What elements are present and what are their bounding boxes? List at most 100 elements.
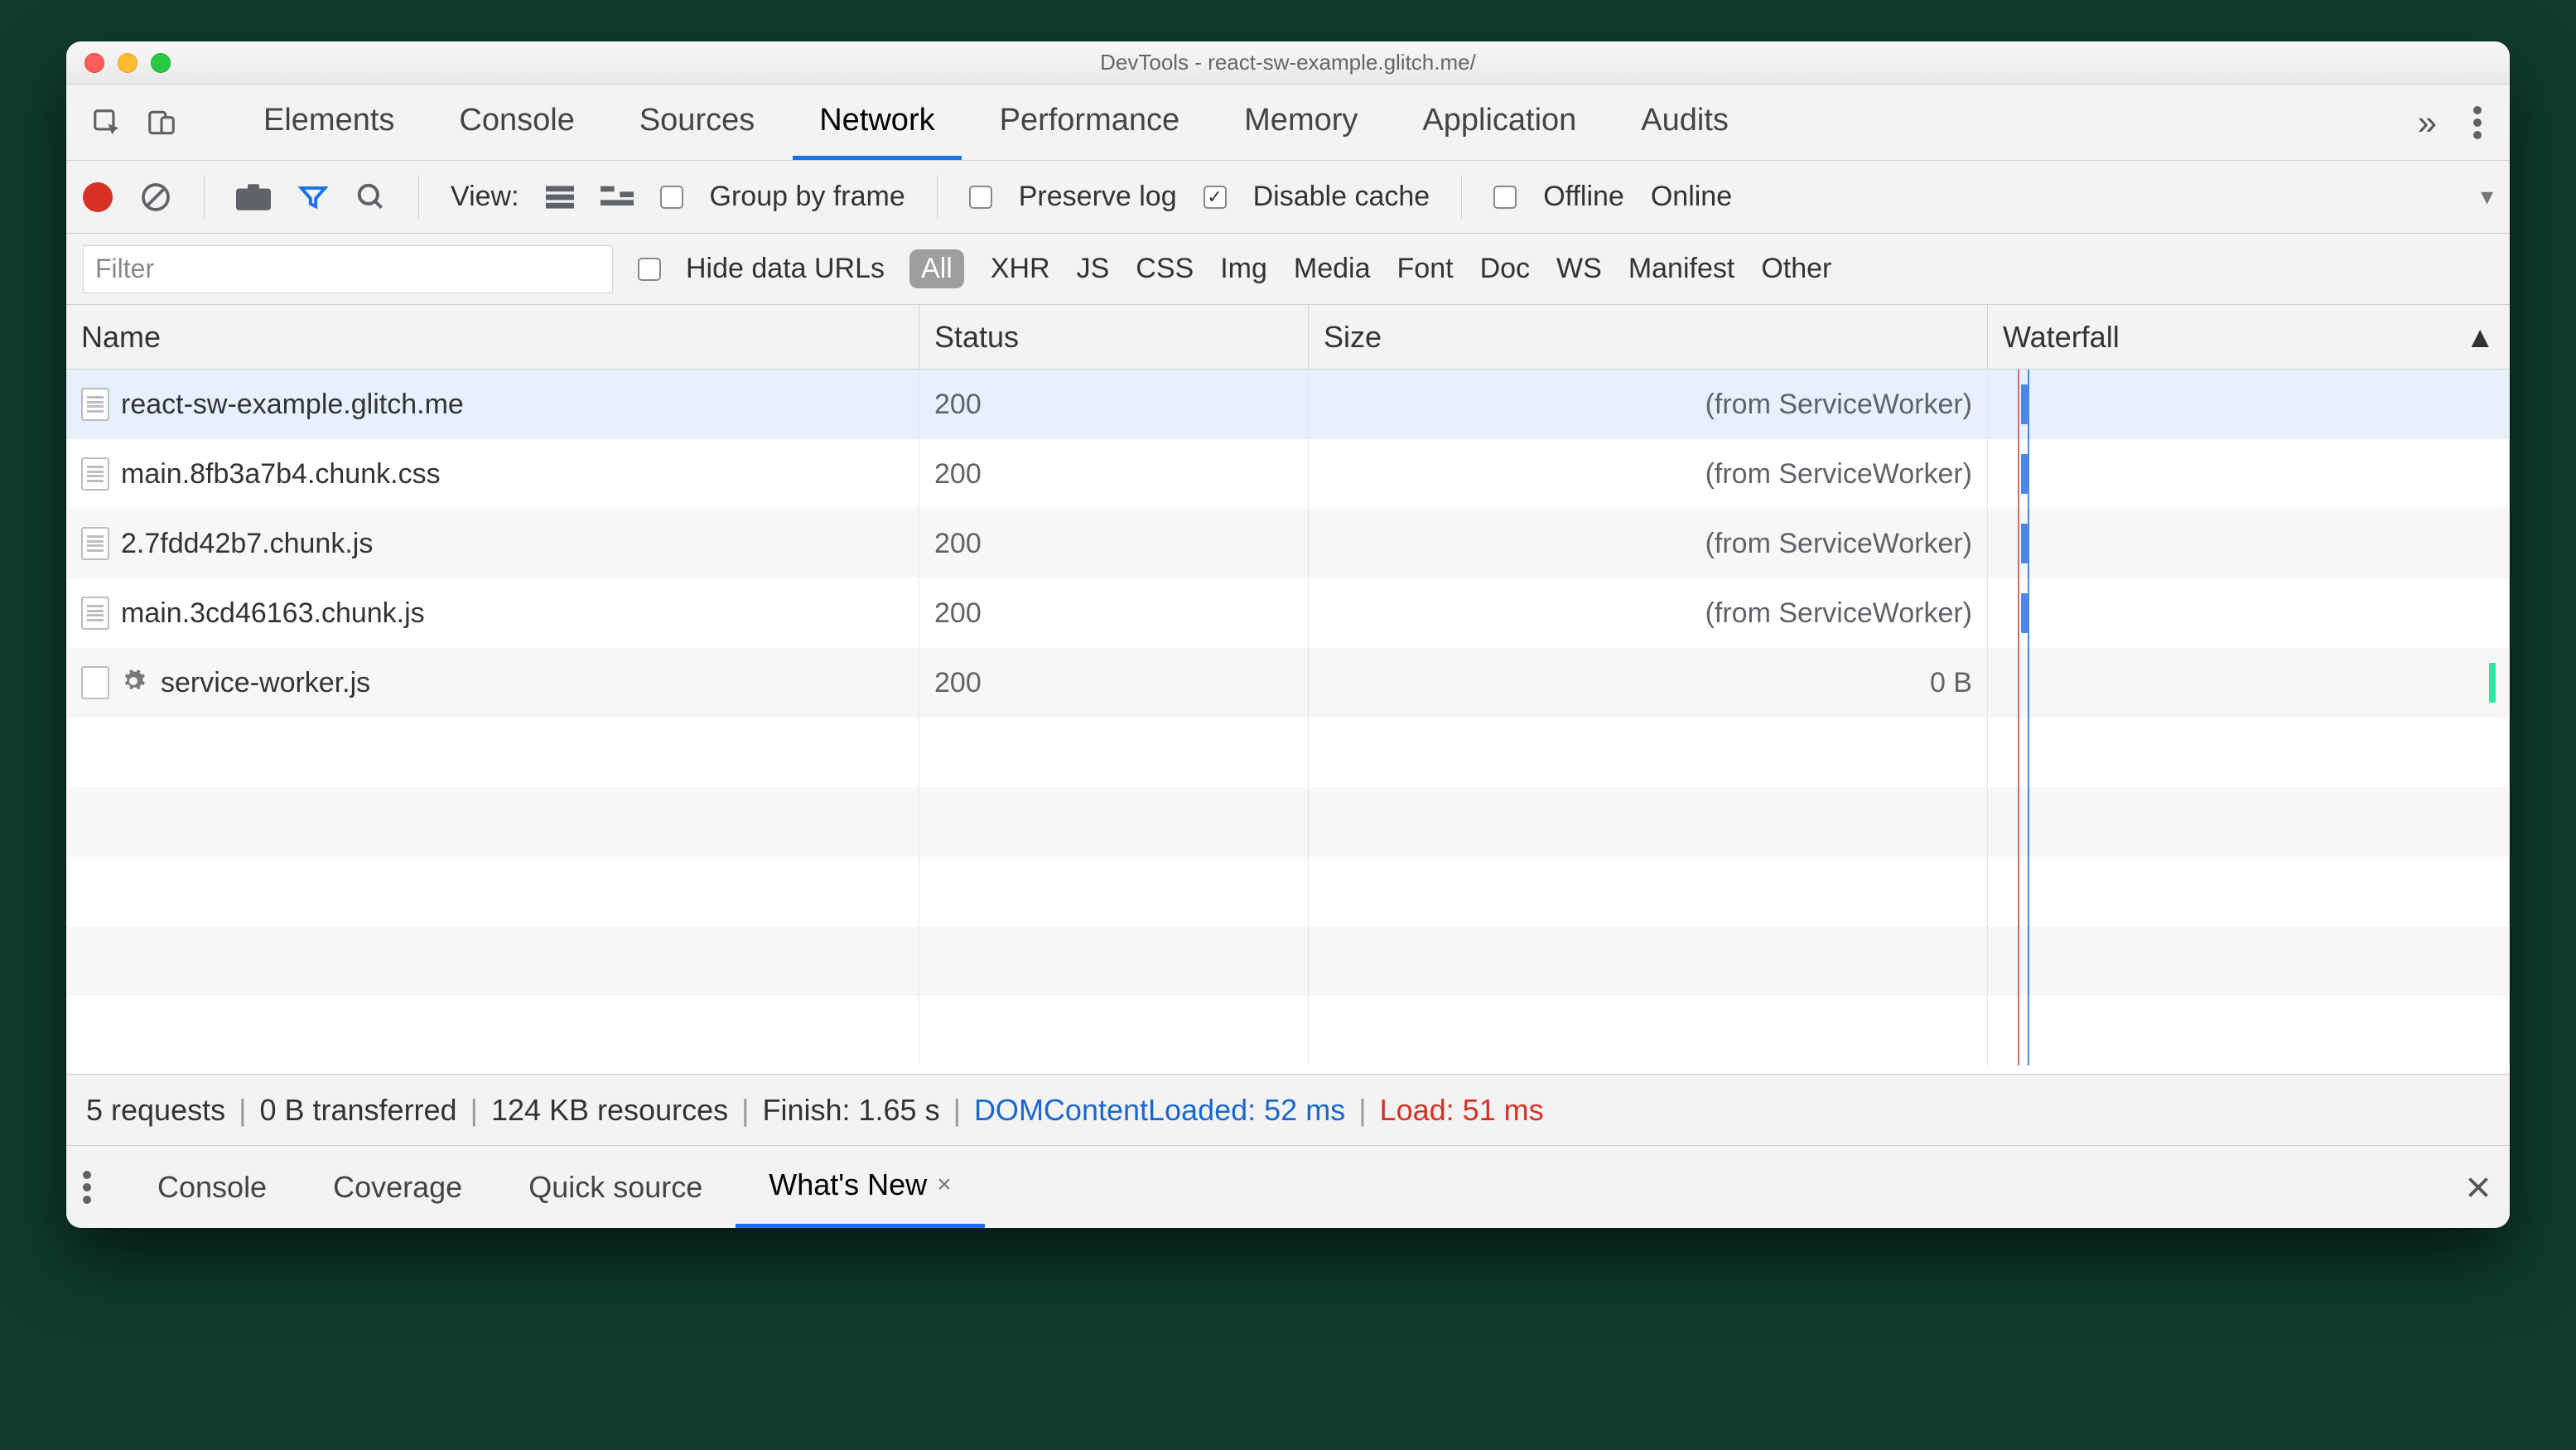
summary-domcontentloaded: DOMContentLoaded: 52 ms bbox=[974, 1093, 1345, 1128]
network-table: Name Status Size Waterfall ▲ react-sw-ex… bbox=[66, 305, 2510, 1074]
table-row[interactable]: main.3cd46163.chunk.js 200 (from ServiceWo… bbox=[66, 578, 2510, 648]
cell-status: 200 bbox=[919, 439, 1309, 509]
tab-memory[interactable]: Memory bbox=[1218, 85, 1384, 160]
cell-size: (from ServiceWorker) bbox=[1309, 370, 1988, 439]
col-size[interactable]: Size bbox=[1309, 305, 1988, 369]
request-name: service-worker.js bbox=[161, 667, 370, 699]
preserve-log-checkbox[interactable] bbox=[969, 186, 992, 209]
file-icon bbox=[81, 597, 109, 630]
size-value: (from ServiceWorker) bbox=[1705, 528, 1972, 560]
summary-transferred: 0 B transferred bbox=[259, 1093, 456, 1128]
cell-waterfall bbox=[1988, 648, 2510, 718]
tab-elements[interactable]: Elements bbox=[237, 85, 421, 160]
drawer-tab-quick-source[interactable]: Quick source bbox=[495, 1146, 736, 1228]
col-waterfall-label: Waterfall bbox=[2003, 320, 2120, 355]
drawer: ConsoleCoverageQuick sourceWhat's New× bbox=[66, 1145, 2510, 1228]
file-icon bbox=[81, 457, 109, 491]
devtools-window: DevTools - react-sw-example.glitch.me/ E… bbox=[66, 41, 2510, 1228]
clear-icon[interactable] bbox=[139, 181, 172, 214]
group-by-frame-checkbox[interactable] bbox=[660, 186, 683, 209]
col-status[interactable]: Status bbox=[919, 305, 1309, 369]
hide-data-urls-checkbox[interactable] bbox=[638, 258, 661, 281]
summary-finish: Finish: 1.65 s bbox=[762, 1093, 939, 1128]
network-summary: 5 requests| 0 B transferred| 124 KB reso… bbox=[66, 1074, 2510, 1145]
filter-type-img[interactable]: Img bbox=[1220, 253, 1267, 285]
offline-label: Offline bbox=[1543, 181, 1624, 213]
offline-checkbox[interactable] bbox=[1493, 186, 1517, 209]
col-name[interactable]: Name bbox=[66, 305, 919, 369]
status-value: 200 bbox=[934, 667, 982, 699]
summary-load: Load: 51 ms bbox=[1380, 1093, 1544, 1128]
filter-type-doc[interactable]: Doc bbox=[1480, 253, 1530, 285]
status-value: 200 bbox=[934, 597, 982, 630]
summary-requests: 5 requests bbox=[86, 1093, 225, 1128]
cell-size: (from ServiceWorker) bbox=[1309, 509, 1988, 578]
filter-bar: Hide data URLs AllXHRJSCSSImgMediaFontDo… bbox=[66, 234, 2510, 305]
table-row-empty bbox=[66, 996, 2510, 1066]
status-value: 200 bbox=[934, 458, 982, 491]
cell-name: main.3cd46163.chunk.js bbox=[66, 578, 919, 648]
network-toolbar: View: Group by frame Preserve log Disabl… bbox=[66, 161, 2510, 234]
size-value: (from ServiceWorker) bbox=[1705, 597, 1972, 630]
view-label: View: bbox=[451, 181, 519, 213]
filter-type-media[interactable]: Media bbox=[1294, 253, 1371, 285]
table-header: Name Status Size Waterfall ▲ bbox=[66, 305, 2510, 370]
throttling-select[interactable]: Online bbox=[1651, 181, 1732, 213]
table-row-empty bbox=[66, 787, 2510, 857]
drawer-tab-coverage[interactable]: Coverage bbox=[300, 1146, 495, 1228]
table-row[interactable]: 2.7fdd42b7.chunk.js200 (from ServiceWorke… bbox=[66, 509, 2510, 578]
table-row[interactable]: service-worker.js 200 0 B bbox=[66, 648, 2510, 718]
inspect-icon[interactable] bbox=[91, 107, 123, 138]
cell-status: 200 bbox=[919, 370, 1309, 439]
file-icon bbox=[81, 527, 109, 560]
col-waterfall[interactable]: Waterfall ▲ bbox=[1988, 305, 2510, 369]
cell-size: 0 B bbox=[1309, 648, 1988, 718]
cell-name: service-worker.js bbox=[66, 648, 919, 718]
throttling-chevron-icon[interactable]: ▾ bbox=[2481, 182, 2493, 211]
cell-size: (from ServiceWorker) bbox=[1309, 439, 1988, 509]
table-row-empty bbox=[66, 718, 2510, 787]
close-tab-icon[interactable]: × bbox=[937, 1171, 952, 1199]
kebab-menu-icon[interactable] bbox=[2473, 106, 2482, 139]
tab-network[interactable]: Network bbox=[793, 85, 961, 160]
cell-status: 200 bbox=[919, 509, 1309, 578]
filter-type-ws[interactable]: WS bbox=[1556, 253, 1602, 285]
drawer-tab-what-s-new[interactable]: What's New× bbox=[736, 1146, 984, 1228]
table-row[interactable]: react-sw-example.glitch.me200(from Servi… bbox=[66, 370, 2510, 439]
panel-tabs: ElementsConsoleSourcesNetworkPerformance… bbox=[66, 85, 2510, 161]
capture-screenshot-icon[interactable] bbox=[236, 184, 271, 210]
more-tabs-icon[interactable]: » bbox=[2418, 103, 2437, 143]
large-rows-icon[interactable] bbox=[546, 186, 574, 209]
filter-input[interactable] bbox=[83, 245, 613, 293]
drawer-menu-icon[interactable] bbox=[83, 1171, 91, 1204]
cell-name: main.8fb3a7b4.chunk.css bbox=[66, 439, 919, 509]
tab-audits[interactable]: Audits bbox=[1614, 85, 1755, 160]
drawer-close-icon[interactable] bbox=[2463, 1146, 2493, 1228]
file-icon bbox=[81, 388, 109, 421]
disable-cache-checkbox[interactable] bbox=[1204, 186, 1227, 209]
filter-type-all[interactable]: All bbox=[909, 249, 964, 288]
filter-type-css[interactable]: CSS bbox=[1136, 253, 1194, 285]
overview-icon[interactable] bbox=[601, 186, 634, 209]
table-body: react-sw-example.glitch.me200(from Servi… bbox=[66, 370, 2510, 1074]
filter-type-font[interactable]: Font bbox=[1397, 253, 1454, 285]
group-by-frame-label: Group by frame bbox=[710, 181, 905, 213]
tab-sources[interactable]: Sources bbox=[613, 85, 781, 160]
device-toolbar-icon[interactable] bbox=[146, 107, 177, 138]
filter-type-manifest[interactable]: Manifest bbox=[1628, 253, 1735, 285]
col-status-label: Status bbox=[934, 320, 1019, 355]
tab-performance[interactable]: Performance bbox=[973, 85, 1207, 160]
record-button[interactable] bbox=[83, 182, 113, 212]
table-row-empty bbox=[66, 857, 2510, 926]
tab-application[interactable]: Application bbox=[1396, 85, 1603, 160]
filter-toggle-icon[interactable] bbox=[297, 181, 329, 213]
disable-cache-label: Disable cache bbox=[1253, 181, 1430, 213]
filter-type-xhr[interactable]: XHR bbox=[991, 253, 1050, 285]
filter-type-other[interactable]: Other bbox=[1761, 253, 1831, 285]
table-row[interactable]: main.8fb3a7b4.chunk.css 200 (from ServiceW… bbox=[66, 439, 2510, 509]
search-icon[interactable] bbox=[355, 181, 387, 213]
filter-type-js[interactable]: JS bbox=[1077, 253, 1110, 285]
cell-name: 2.7fdd42b7.chunk.js bbox=[66, 509, 919, 578]
drawer-tab-console[interactable]: Console bbox=[124, 1146, 300, 1228]
tab-console[interactable]: Console bbox=[432, 85, 601, 160]
